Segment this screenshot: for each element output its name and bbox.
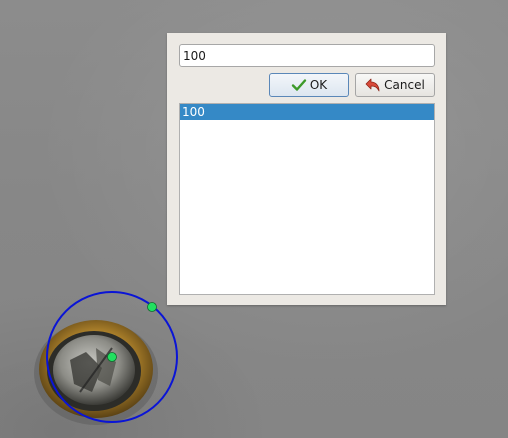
camera-view: OK Cancel 100 [0,0,508,438]
cancel-button[interactable]: Cancel [355,73,435,97]
cancel-button-label: Cancel [384,78,425,92]
checkmark-icon [291,77,307,93]
radius-handle[interactable] [147,302,157,312]
undo-arrow-icon [365,77,381,93]
value-input[interactable] [179,44,435,67]
value-dialog: OK Cancel 100 [167,33,446,305]
value-list[interactable]: 100 [179,103,435,295]
center-handle[interactable] [107,352,117,362]
ok-button-label: OK [309,78,328,92]
ok-button[interactable]: OK [269,73,349,97]
list-item[interactable]: 100 [180,104,434,120]
coin-image [39,320,153,418]
